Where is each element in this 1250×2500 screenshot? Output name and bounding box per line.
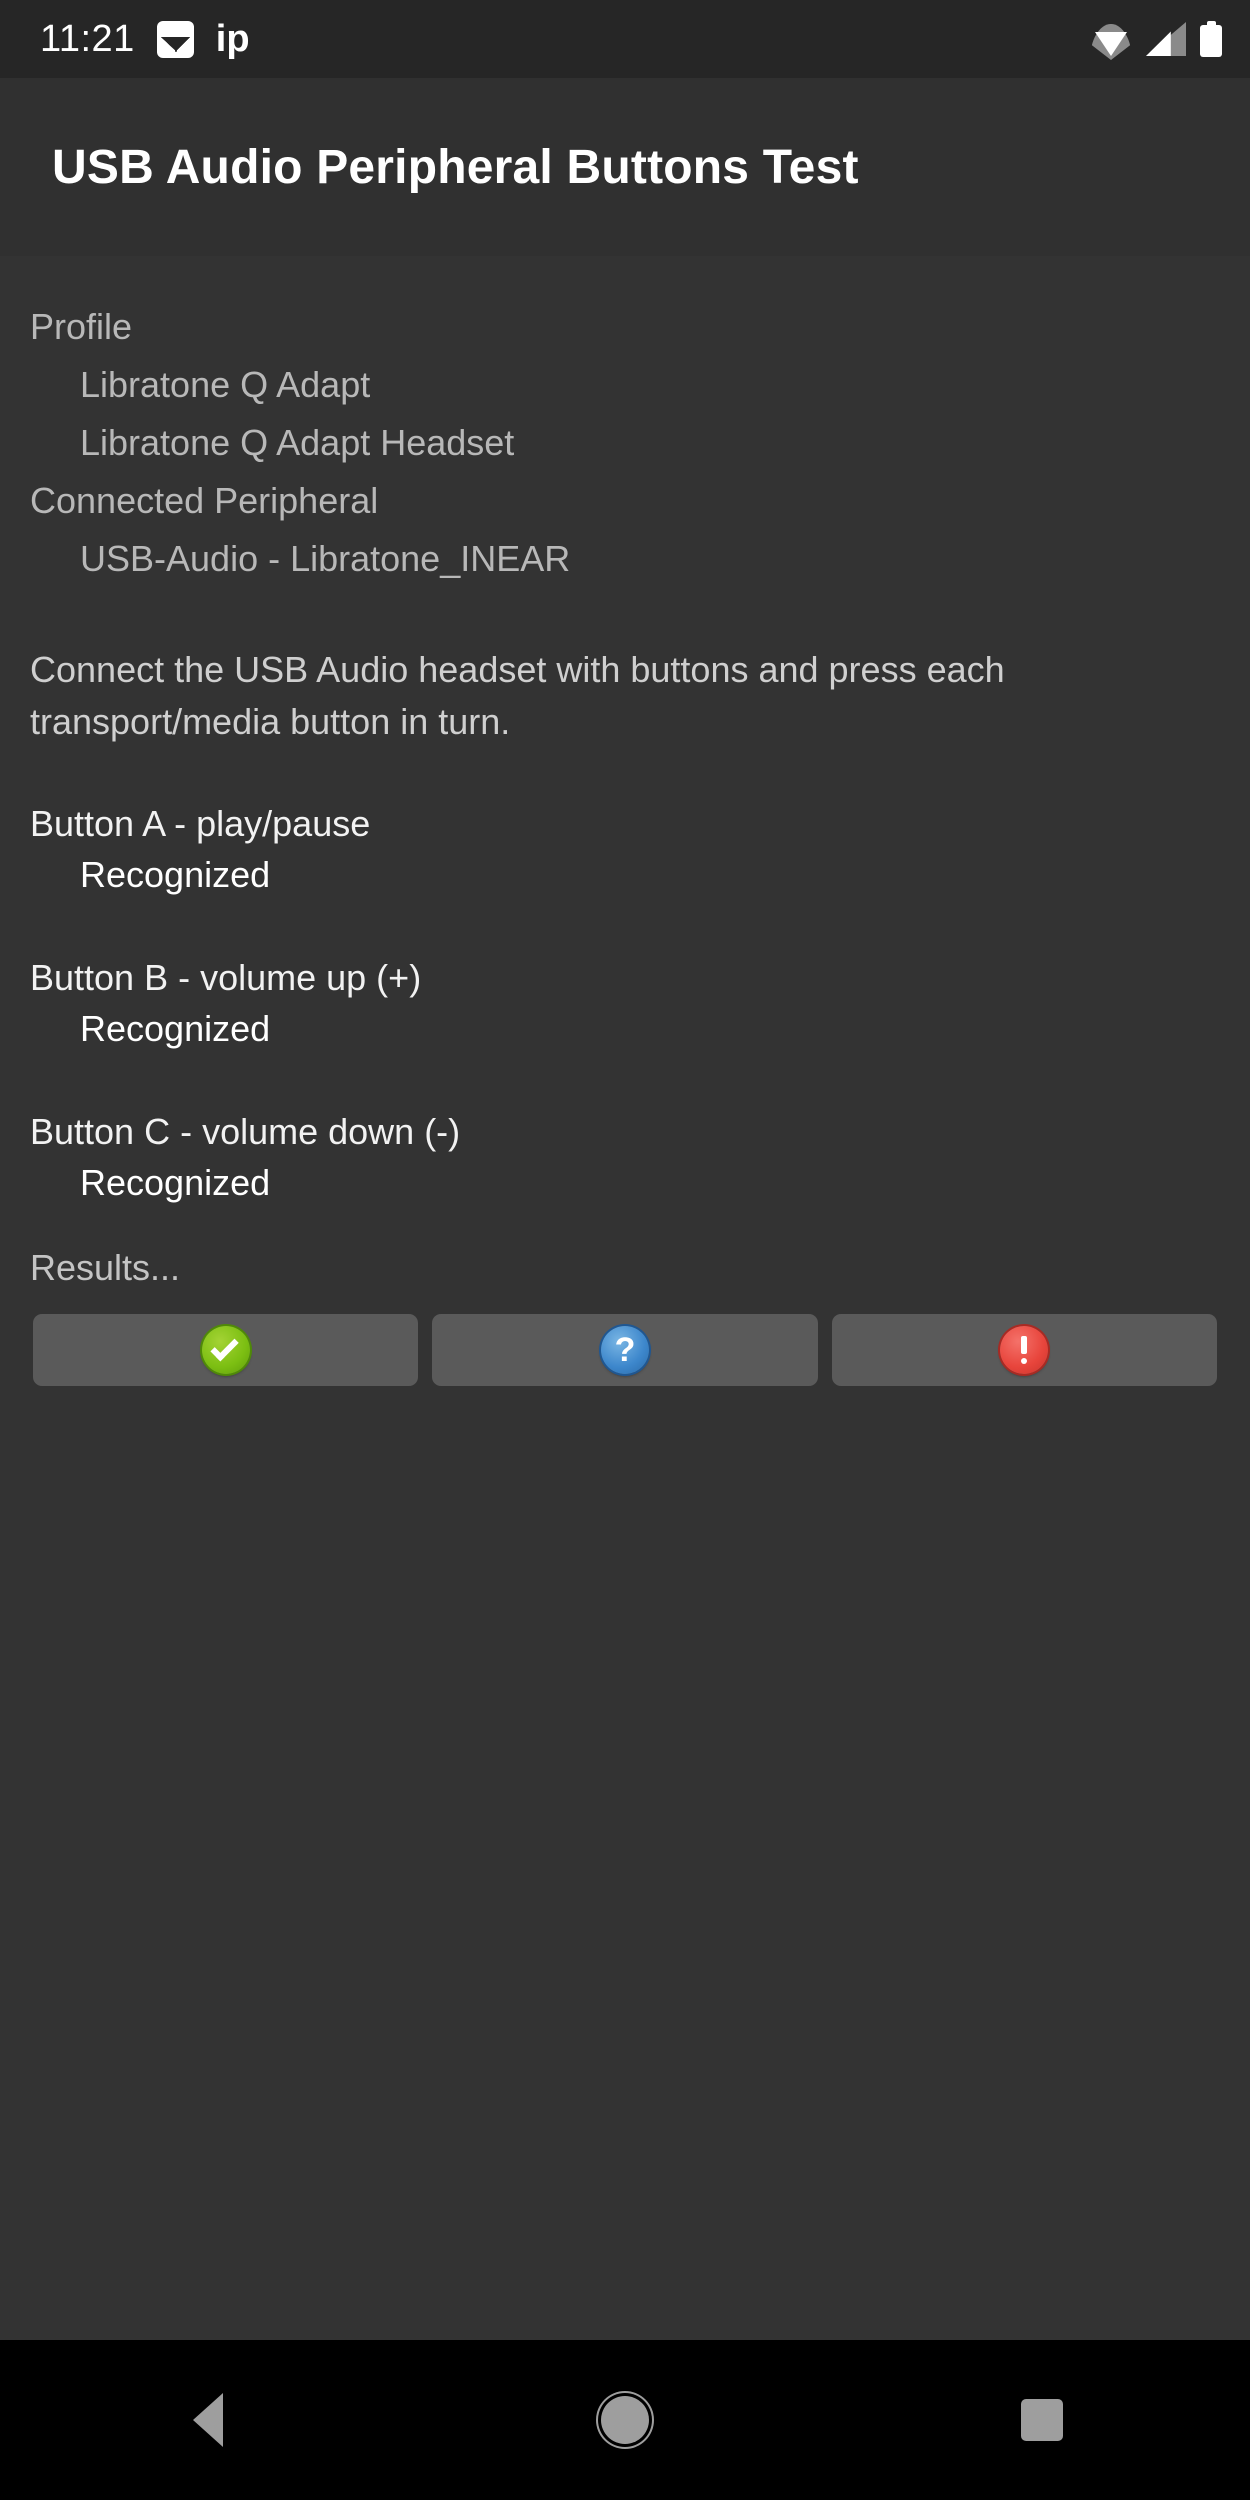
status-bar-right [1090,21,1222,60]
check-circle-icon [201,1326,250,1374]
recents-button[interactable] [942,2340,1142,2500]
question-circle-icon: ? [600,1326,649,1374]
button-b-status: Recognized [80,1008,271,1049]
button-c-status: Recognized [80,1162,271,1203]
back-button[interactable] [108,2340,308,2500]
fail-button[interactable] [831,1314,1217,1386]
profile-entry: Libratone Q Adapt Headset [80,422,515,463]
home-icon [600,2396,649,2444]
status-bar-left: 11:21 ip [40,20,250,58]
exclamation-circle-icon [1000,1326,1049,1374]
navigation-bar [0,2340,1250,2500]
button-b-title: Button B - volume up (+) [30,957,422,998]
button-c-block: Button C - volume down (-) Recognized [30,1108,1220,1210]
results-button-row: ? [30,1314,1220,1386]
photo-icon [156,20,194,58]
status-bar: 11:21 ip [0,0,1250,78]
battery-icon [1200,21,1222,57]
home-button[interactable] [525,2340,725,2500]
profile-heading: Profile [30,306,133,347]
instructions-text: Connect the USB Audio headset with butto… [30,649,1005,742]
status-bar-notification-text: ip [215,18,250,60]
recents-icon [1020,2399,1063,2441]
button-a-block: Button A - play/pause Recognized [30,800,1220,902]
info-button[interactable]: ? [432,1314,818,1386]
cellular-signal-icon [1146,22,1186,56]
page-title: USB Audio Peripheral Buttons Test [52,140,859,194]
phone-screen: 11:21 ip USB Audio Peripheral Buttons Te… [0,0,1250,2500]
button-a-title: Button A - play/pause [30,803,371,844]
button-c-title: Button C - volume down (-) [30,1111,461,1152]
back-icon [193,2393,224,2447]
action-bar: USB Audio Peripheral Buttons Test [0,78,1250,256]
pass-button[interactable] [33,1314,419,1386]
results-label: Results... [30,1247,181,1288]
button-a-status: Recognized [80,854,271,895]
main-content: Profile Libratone Q Adapt Libratone Q Ad… [0,256,1250,2340]
wifi-icon [1090,22,1132,60]
profile-entry: Libratone Q Adapt [80,364,371,405]
button-b-block: Button B - volume up (+) Recognized [30,954,1220,1056]
status-bar-clock: 11:21 [40,18,135,60]
connected-peripheral-heading: Connected Peripheral [30,480,379,521]
connected-peripheral-entry: USB-Audio - Libratone_INEAR [80,538,571,579]
